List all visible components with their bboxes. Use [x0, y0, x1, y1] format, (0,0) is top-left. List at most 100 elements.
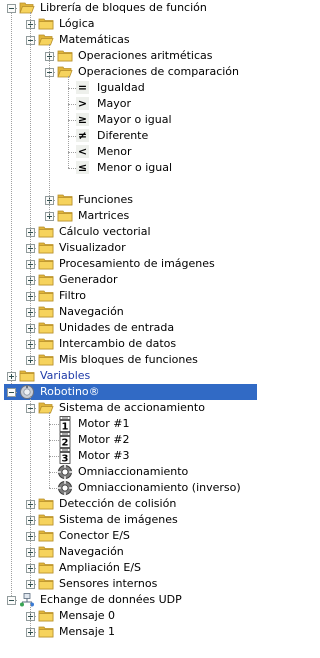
folder-icon: [38, 624, 54, 640]
folder-icon: [38, 288, 54, 304]
tree-label: Robotino®: [40, 385, 100, 398]
tree-row-navegacion-robot[interactable]: Navegación: [0, 544, 261, 560]
tree-row-logica[interactable]: Lógica: [0, 16, 261, 32]
tree-row-motor-3[interactable]: 3 Motor #3: [0, 448, 261, 465]
tree-row-omniaccionamiento-inverso[interactable]: Omniaccionamiento (inverso): [0, 480, 261, 496]
tree-row-menor[interactable]: < Menor: [0, 144, 261, 160]
tree-row-mayor-igual[interactable]: ≥ Mayor o igual: [0, 112, 261, 128]
folder-icon: [57, 208, 73, 224]
tree-label: Sensores internos: [59, 577, 158, 590]
tree-branch-line: [30, 604, 31, 632]
tree-row-calculo-vectorial[interactable]: Cálculo vectorial: [0, 224, 261, 240]
tree-label: Cálculo vectorial: [59, 225, 151, 238]
tree-label: Mayor o igual: [97, 113, 172, 126]
tree-row-diferente[interactable]: ≠ Diferente: [0, 128, 261, 144]
folder-open-icon: [38, 400, 54, 416]
tree-label: Mensaje 1: [59, 625, 116, 638]
tree-label: Generador: [59, 273, 118, 286]
function-block-tree[interactable]: Librería de bloques de función Lógica Ma…: [0, 0, 261, 658]
svg-text:1: 1: [62, 422, 69, 433]
tree-row-intercambio-datos[interactable]: Intercambio de datos: [0, 336, 261, 352]
tree-label: Navegación: [59, 545, 124, 558]
svg-text:2: 2: [62, 438, 69, 449]
motor-1-icon: 1: [57, 416, 73, 433]
folder-icon: [38, 240, 54, 256]
folder-icon: [57, 48, 73, 64]
folder-icon: [38, 512, 54, 528]
network-icon: [19, 592, 35, 608]
svg-text:3: 3: [62, 454, 69, 465]
tree-row-op-aritmeticas[interactable]: Operaciones aritméticas: [0, 48, 261, 64]
tree-label: Conector E/S: [59, 529, 130, 542]
tree-label: Omniaccionamiento (inverso): [78, 481, 241, 494]
tree-row-navegacion-lib[interactable]: Navegación: [0, 304, 261, 320]
tree-row-mis-bloques[interactable]: Mis bloques de funciones: [0, 352, 261, 368]
tree-branch-line: [49, 412, 50, 488]
tree-label: Visualizador: [59, 241, 126, 254]
tree-row-robotino[interactable]: Robotino®: [0, 384, 261, 400]
tree-row-mensaje-0[interactable]: Mensaje 0: [0, 608, 261, 624]
tree-row-generador[interactable]: Generador: [0, 272, 261, 288]
tree-row-igualdad[interactable]: = Igualdad: [0, 80, 261, 96]
tree-row-omniaccionamiento[interactable]: Omniaccionamiento: [0, 464, 261, 480]
tree-row-libreria[interactable]: Librería de bloques de función: [0, 0, 261, 16]
folder-icon: [38, 320, 54, 336]
tree-branch-line: [30, 12, 31, 360]
collapse-toggle-icon[interactable]: [7, 388, 16, 397]
tree-label: Matemáticas: [59, 33, 130, 46]
tree-label: Menor o igual: [97, 161, 173, 174]
folder-icon: [19, 368, 35, 384]
tree-row-visualizador[interactable]: Visualizador: [0, 240, 261, 256]
block-less-icon: <: [76, 145, 89, 158]
tree-row-ampliacion-es[interactable]: Ampliación E/S: [0, 560, 261, 576]
tree-label: Mayor: [97, 97, 131, 110]
tree-row-martrices[interactable]: Martrices: [0, 208, 261, 224]
tree-row-matematicas[interactable]: Matemáticas: [0, 32, 261, 48]
tree-row-funciones[interactable]: Funciones: [0, 192, 261, 208]
tree-row-motor-1[interactable]: 1 Motor #1: [0, 416, 261, 433]
folder-icon: [38, 608, 54, 624]
tree-label: Navegación: [59, 305, 124, 318]
tree-label: Motor #1: [78, 417, 130, 430]
tree-label: Echange de données UDP: [40, 593, 182, 606]
tree-row-mayor[interactable]: > Mayor: [0, 96, 261, 112]
tree-label: Unidades de entrada: [59, 321, 175, 334]
tree-row-filtro[interactable]: Filtro: [0, 288, 261, 304]
tree-label: Ampliación E/S: [59, 561, 142, 574]
tree-label: Mis bloques de funciones: [59, 353, 198, 366]
tree-row-procesamiento-imagenes[interactable]: Procesamiento de imágenes: [0, 256, 261, 272]
tree-row-sensores-internos[interactable]: Sensores internos: [0, 576, 261, 592]
tree-row-deteccion-colision[interactable]: Detección de colisión: [0, 496, 261, 512]
collapse-toggle-icon[interactable]: [7, 596, 16, 605]
folder-icon: [38, 544, 54, 560]
robot-icon: [19, 384, 35, 400]
tree-row-op-comparacion[interactable]: Operaciones de comparación: [0, 64, 261, 80]
tree-row-mensaje-1[interactable]: Mensaje 1: [0, 624, 261, 640]
tree-label: Sistema de accionamiento: [59, 401, 205, 414]
folder-icon: [38, 272, 54, 288]
tree-label: Funciones: [78, 193, 133, 206]
folder-icon: [38, 560, 54, 576]
omni-wheel-icon: [57, 464, 73, 480]
tree-row-unidades-entrada[interactable]: Unidades de entrada: [0, 320, 261, 336]
tree-row-menor-igual[interactable]: ≤ Menor o igual: [0, 160, 261, 176]
tree-row-sistema-accionamiento[interactable]: Sistema de accionamiento: [0, 400, 261, 416]
tree-label: Filtro: [59, 289, 86, 302]
expand-toggle-icon[interactable]: [7, 372, 16, 381]
omni-wheel-icon: [57, 480, 73, 496]
folder-icon: [38, 256, 54, 272]
tree-row-motor-2[interactable]: 2 Motor #2: [0, 432, 261, 449]
tree-label: Detección de colisión: [59, 497, 177, 510]
tree-label: Procesamiento de imágenes: [59, 257, 215, 270]
collapse-toggle-icon[interactable]: [7, 4, 16, 13]
tree-row-conector-es[interactable]: Conector E/S: [0, 528, 261, 544]
folder-icon: [38, 576, 54, 592]
tree-row-udp[interactable]: Echange de données UDP: [0, 592, 261, 608]
block-less-equal-icon: ≤: [76, 161, 89, 174]
tree-branch-line: [49, 44, 50, 216]
tree-row-variables[interactable]: Variables: [0, 368, 261, 384]
tree-row-sistema-imagenes[interactable]: Sistema de imágenes: [0, 512, 261, 528]
folder-icon: [38, 352, 54, 368]
tree-label: Mensaje 0: [59, 609, 116, 622]
tree-label: Motor #3: [78, 449, 130, 462]
